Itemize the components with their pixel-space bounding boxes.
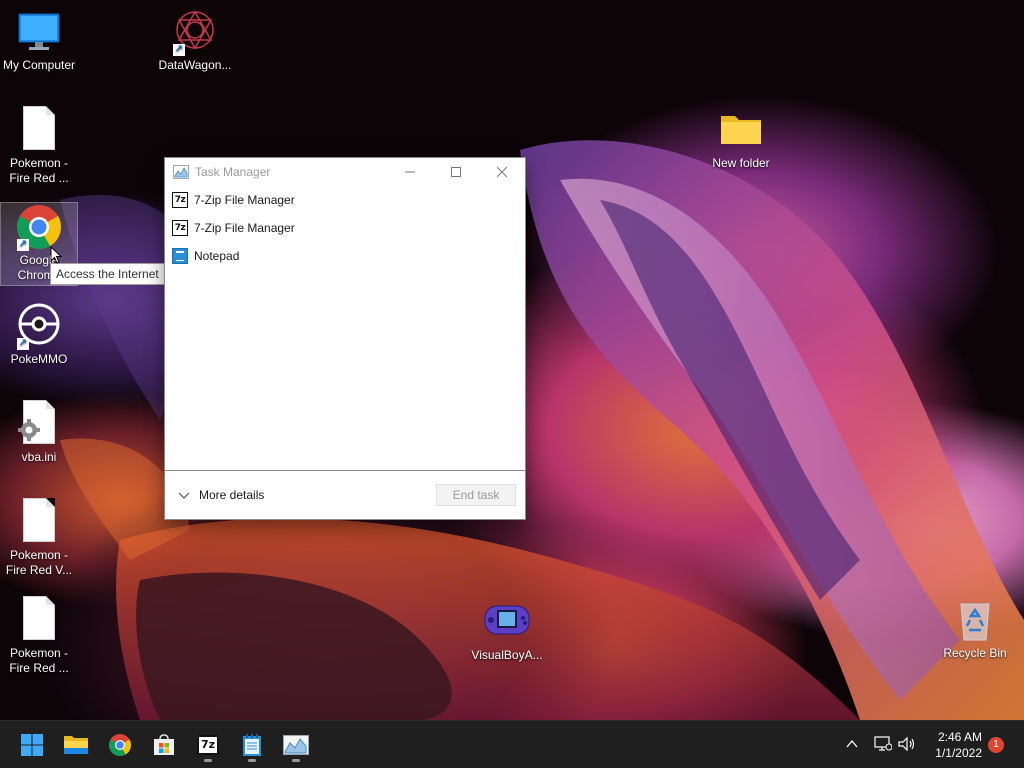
windows-start-icon (21, 734, 43, 756)
app-name: 7-Zip File Manager (194, 221, 295, 235)
7zip-icon: 7z (172, 192, 188, 208)
blank-document-icon (15, 498, 63, 546)
end-task-button[interactable]: End task (436, 484, 516, 506)
taskbar-chrome[interactable] (100, 727, 140, 763)
desktop-icon-label: Pokemon - Fire Red ... (9, 646, 69, 675)
window-title: Task Manager (195, 165, 271, 179)
desktop-icon-label: PokeMMO (10, 352, 68, 366)
list-item[interactable]: Notepad (165, 242, 525, 270)
close-button[interactable] (479, 158, 525, 186)
desktop-icon-label: My Computer (2, 58, 76, 72)
title-bar[interactable]: Task Manager (165, 158, 525, 186)
desktop-icon-label: Recycle Bin (943, 646, 1007, 660)
notepad-icon (243, 734, 261, 756)
datawagon-mandala-icon: ↗ (171, 8, 219, 56)
minimize-icon (405, 171, 415, 173)
minimize-button[interactable] (387, 158, 433, 186)
shortcut-arrow-icon: ↗ (17, 338, 29, 350)
running-indicator (248, 759, 256, 762)
taskbar: 7z 2:46 AM 1/1/2022 1 (0, 720, 1024, 768)
desktop-icon-vba-ini[interactable]: vba.ini (0, 400, 78, 465)
clock-time: 2:46 AM (937, 730, 982, 744)
desktop-icon-label: Pokemon - Fire Red V... (5, 548, 73, 577)
desktop-icon-pokemon-fire-red-v[interactable]: Pokemon - Fire Red V... (0, 498, 78, 578)
folder-icon (64, 736, 88, 754)
gameboy-advance-icon (483, 598, 531, 646)
desktop-icon-new-folder[interactable]: New folder (702, 106, 780, 171)
system-tray: 2:46 AM 1/1/2022 1 (824, 721, 1024, 768)
clock-date: 1/1/2022 (935, 746, 982, 760)
recycle-bin-icon (951, 596, 999, 644)
taskbar-7zip[interactable]: 7z (188, 727, 228, 763)
task-manager-icon (283, 735, 309, 755)
list-item[interactable]: 7z 7-Zip File Manager (165, 214, 525, 242)
network-icon[interactable] (874, 736, 892, 752)
desktop-icon-visualboy[interactable]: VisualBoyA... (468, 598, 546, 663)
desktop-icon-pokemmo[interactable]: ↗ PokeMMO (0, 302, 78, 367)
running-indicator (204, 759, 212, 762)
maximize-icon (451, 167, 461, 177)
taskbar-task-manager[interactable] (276, 727, 316, 763)
tooltip: Access the Internet (50, 263, 165, 285)
volume-icon[interactable] (898, 737, 916, 751)
store-bag-icon (154, 734, 174, 755)
task-manager-icon (173, 165, 189, 179)
chrome-icon (109, 734, 131, 756)
desktop-icon-label: New folder (712, 156, 770, 170)
desktop-icon-label: Pokemon - Fire Red ... (9, 156, 69, 185)
notepad-icon (172, 248, 188, 264)
desktop-icon-pokemon-fire-red-1[interactable]: Pokemon - Fire Red ... (0, 106, 78, 186)
blank-document-icon (15, 106, 63, 154)
list-item[interactable]: 7z 7-Zip File Manager (165, 186, 525, 214)
taskbar-file-explorer[interactable] (56, 727, 96, 763)
taskbar-microsoft-store[interactable] (144, 727, 184, 763)
settings-file-icon (15, 400, 63, 448)
chevron-up-icon[interactable] (846, 739, 858, 749)
app-list: 7z 7-Zip File Manager 7z 7-Zip File Mana… (165, 186, 525, 270)
more-details-button[interactable]: More details (177, 488, 264, 502)
more-details-label: More details (199, 488, 265, 502)
maximize-button[interactable] (433, 158, 479, 186)
monitor-icon (15, 8, 63, 56)
folder-icon (717, 106, 765, 154)
close-icon (497, 167, 507, 177)
app-name: 7-Zip File Manager (194, 193, 295, 207)
chevron-down-icon (178, 492, 190, 499)
pokeball-icon: ↗ (15, 302, 63, 350)
shortcut-arrow-icon: ↗ (173, 44, 185, 56)
app-name: Notepad (194, 249, 240, 263)
notification-badge[interactable]: 1 (988, 737, 1004, 753)
mouse-cursor-icon (50, 246, 62, 264)
shortcut-arrow-icon: ↗ (17, 239, 29, 251)
desktop-icon-pokemon-fire-red-2[interactable]: Pokemon - Fire Red ... (0, 596, 78, 676)
desktop-icon-my-computer[interactable]: My Computer (0, 8, 78, 73)
desktop-icon-label: DataWagon... (158, 58, 232, 72)
taskbar-notepad[interactable] (232, 727, 272, 763)
clock[interactable]: 2:46 AM 1/1/2022 (935, 729, 982, 761)
blank-document-icon (15, 596, 63, 644)
desktop-icon-recycle-bin[interactable]: Recycle Bin (936, 596, 1014, 661)
7zip-icon: 7z (197, 735, 219, 755)
window-footer: More details End task (165, 470, 525, 519)
desktop-icon-label: vba.ini (21, 450, 57, 464)
running-indicator (292, 759, 300, 762)
task-manager-window[interactable]: Task Manager 7z 7-Zip File Manager 7z 7-… (164, 157, 526, 520)
desktop-icon-label: VisualBoyA... (471, 648, 543, 662)
desktop-icon-datawagon[interactable]: ↗ DataWagon... (156, 8, 234, 73)
7zip-icon: 7z (172, 220, 188, 236)
start-button[interactable] (12, 727, 52, 763)
chrome-icon: ↗ (15, 203, 63, 251)
